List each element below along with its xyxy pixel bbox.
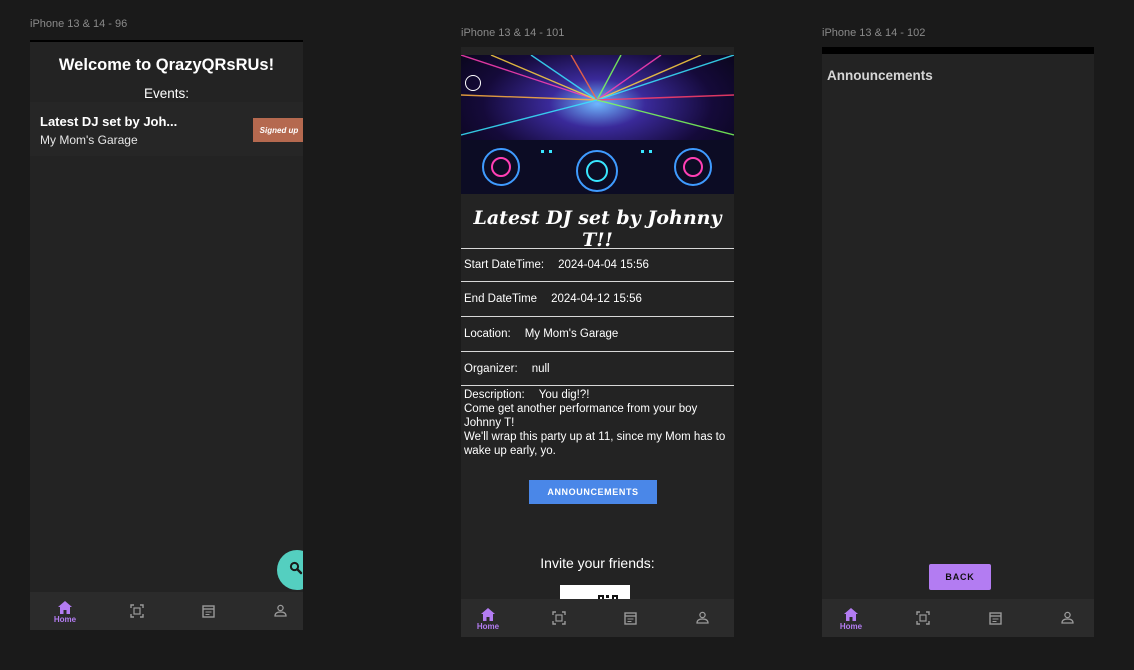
description-line-3: We'll wrap this party up at 11, since my… xyxy=(464,431,726,457)
search-fab-button[interactable] xyxy=(277,550,303,590)
nav-profile[interactable] xyxy=(250,592,303,630)
nav-home-label: Home xyxy=(476,622,500,631)
start-datetime-label: Start DateTime: xyxy=(464,259,545,271)
location-row: Location: My Mom's Garage xyxy=(461,316,734,351)
event-title: Latest DJ set by Johnny T!! xyxy=(473,207,722,251)
home-screen: Welcome to QrazyQRsRUs! Events: Latest D… xyxy=(30,40,303,630)
qr-scan-icon xyxy=(916,611,930,625)
page-title: Welcome to QrazyQRsRUs! xyxy=(58,56,275,74)
home-icon xyxy=(844,608,858,621)
nav-home[interactable]: Home xyxy=(35,592,95,630)
nav-scan[interactable] xyxy=(529,599,589,637)
location-label: Location: xyxy=(464,328,511,340)
announcements-button[interactable]: ANNOUNCEMENTS xyxy=(529,480,657,504)
events-heading: Events: xyxy=(143,86,190,101)
nav-scan[interactable] xyxy=(893,599,953,637)
frame-label-101: iPhone 13 & 14 - 101 xyxy=(461,27,565,39)
location-value: My Mom's Garage xyxy=(524,328,619,340)
organizer-label: Organizer: xyxy=(464,362,518,375)
calendar-icon xyxy=(201,605,215,618)
description-line-2: Come get another performance from your b… xyxy=(464,403,698,429)
nav-profile[interactable] xyxy=(672,599,732,637)
event-location: My Mom's Garage xyxy=(40,133,138,147)
announcements-screen: Announcements BACK Home xyxy=(822,47,1094,637)
nav-home-label: Home xyxy=(53,615,77,624)
start-datetime-value: 2024-04-04 15:56 xyxy=(558,259,649,271)
end-datetime-label: End DateTime xyxy=(464,293,538,305)
signed-up-badge: Signed up xyxy=(253,118,303,142)
description-line-1: You dig!?! xyxy=(538,389,590,401)
invite-heading: Invite your friends: xyxy=(540,555,655,571)
event-info-list: Start DateTime: 2024-04-04 15:56 End Dat… xyxy=(461,248,734,460)
home-icon xyxy=(481,608,495,621)
event-title: Latest DJ set by Joh... xyxy=(40,114,178,129)
nav-scan[interactable] xyxy=(107,592,167,630)
description-label: Description: xyxy=(464,389,525,401)
organizer-row: Organizer: null xyxy=(461,351,734,385)
end-datetime-row: End DateTime 2024-04-12 15:56 xyxy=(461,281,734,316)
bottom-nav: Home xyxy=(30,592,303,630)
nav-calendar[interactable] xyxy=(965,599,1025,637)
page-title: Announcements xyxy=(827,68,933,83)
organizer-value: null xyxy=(531,362,550,375)
profile-icon xyxy=(695,611,709,624)
nav-calendar[interactable] xyxy=(600,599,660,637)
search-icon xyxy=(289,561,303,580)
profile-icon xyxy=(1060,611,1074,624)
frame-label-102: iPhone 13 & 14 - 102 xyxy=(822,27,926,39)
back-button[interactable]: BACK xyxy=(929,564,991,590)
home-icon xyxy=(58,601,72,614)
back-arrow-icon[interactable] xyxy=(465,75,481,91)
start-datetime-row: Start DateTime: 2024-04-04 15:56 xyxy=(461,248,734,281)
event-details-screen: Latest DJ set by Johnny T!! Start DateTi… xyxy=(461,47,734,637)
profile-icon xyxy=(273,604,287,617)
calendar-icon xyxy=(988,612,1002,625)
frame-label-96: iPhone 13 & 14 - 96 xyxy=(30,18,128,30)
qr-scan-icon xyxy=(552,611,566,625)
calendar-icon xyxy=(623,612,637,625)
bottom-nav: Home xyxy=(822,599,1094,637)
nav-home[interactable]: Home xyxy=(461,599,518,637)
event-card[interactable]: Latest DJ set by Joh... My Mom's Garage … xyxy=(30,102,303,156)
end-datetime-value: 2024-04-12 15:56 xyxy=(551,293,642,305)
qr-scan-icon xyxy=(130,604,144,618)
bottom-nav: Home xyxy=(461,599,734,637)
nav-home[interactable]: Home xyxy=(822,599,881,637)
nav-home-label: Home xyxy=(839,622,863,631)
nav-profile[interactable] xyxy=(1037,599,1094,637)
nav-calendar[interactable] xyxy=(178,592,238,630)
event-poster-image xyxy=(461,55,734,194)
description-block: Description: You dig!?! Come get another … xyxy=(461,385,734,460)
